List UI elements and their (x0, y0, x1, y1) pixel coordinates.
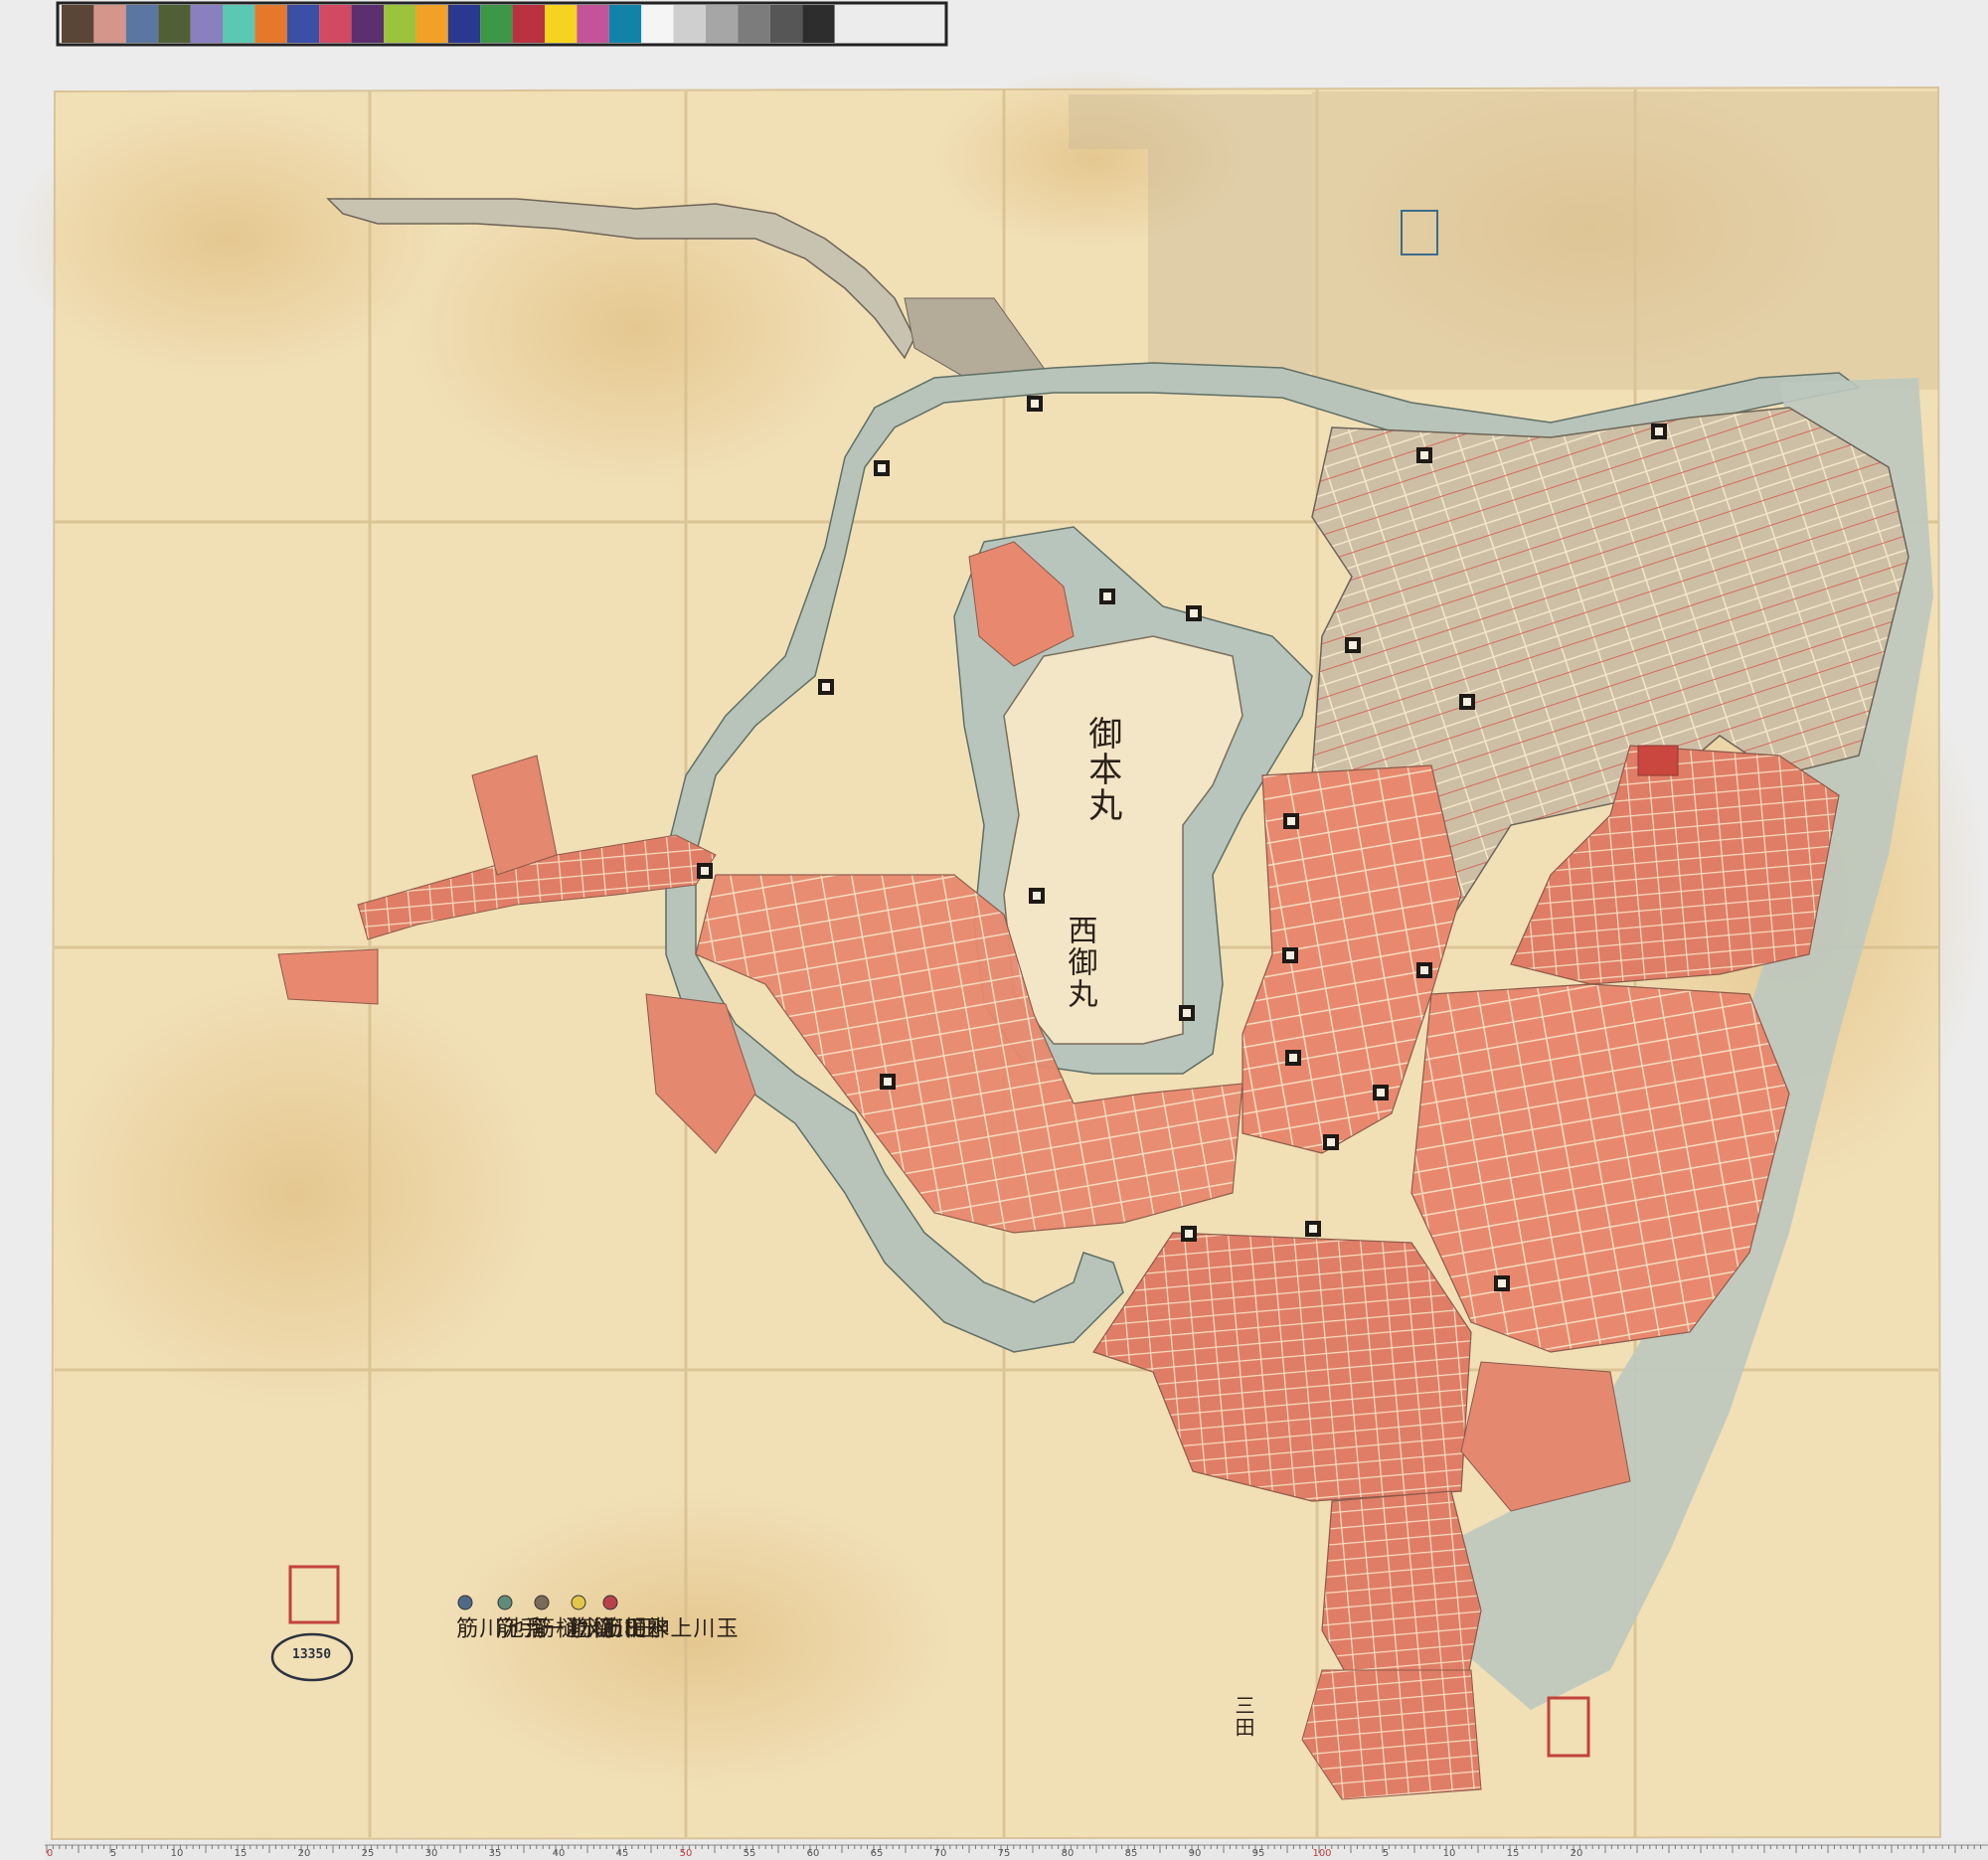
ruler-label: 5 (109, 1848, 117, 1859)
color-patch (673, 5, 706, 43)
measuring-ruler (45, 1841, 1988, 1860)
ruler-label: 90 (1188, 1848, 1202, 1859)
legend-dot (457, 1595, 473, 1610)
ruler-label: 40 (552, 1848, 566, 1859)
ruler-label: 85 (1124, 1848, 1138, 1859)
dark-red-estate (1637, 745, 1679, 776)
ruler-label: 5 (1382, 1848, 1390, 1859)
ruler-label: 10 (1442, 1848, 1456, 1859)
accession-number: 13350 (292, 1647, 332, 1662)
legend-dot (571, 1595, 586, 1610)
ruler-label: 15 (234, 1848, 248, 1859)
color-patch (384, 5, 416, 43)
ruler-label: 70 (933, 1848, 947, 1859)
ruler-label: 45 (615, 1848, 629, 1859)
ruler-label: 50 (679, 1848, 693, 1859)
honmaru-label: 御本丸 (1081, 716, 1122, 823)
color-patch (254, 5, 287, 43)
color-patch (158, 5, 191, 43)
color-patch (545, 5, 578, 43)
color-patch (223, 5, 255, 43)
ruler-label: 60 (806, 1848, 820, 1859)
color-patch (641, 5, 674, 43)
color-patch (480, 5, 513, 43)
southwest-red-block (277, 948, 379, 1005)
ruler-label: 10 (170, 1848, 184, 1859)
color-patch (447, 5, 481, 43)
ruler-label: 100 (1312, 1848, 1332, 1859)
color-patch (769, 5, 803, 43)
color-patch (62, 5, 94, 43)
color-patch (802, 5, 835, 43)
color-patch (319, 5, 352, 43)
legend-entry: 溜池川筋 (452, 1616, 547, 1640)
ruler-label: 55 (743, 1848, 756, 1859)
color-patch (577, 5, 609, 43)
color-patch (415, 5, 448, 43)
upper-estate-block (1312, 91, 1938, 390)
color-patch (706, 5, 739, 43)
ruler-label: 35 (488, 1848, 502, 1859)
color-patch (93, 5, 126, 43)
nishinomaru-label: 西御丸 (1062, 915, 1097, 1010)
color-checker-strip (56, 1, 948, 47)
ruler-label: 80 (1061, 1848, 1075, 1859)
legend-dot (602, 1595, 618, 1610)
map-scan (0, 0, 1988, 1860)
ruler-label: 15 (1506, 1848, 1520, 1859)
legend-dot (534, 1595, 550, 1610)
color-patch (608, 5, 642, 43)
ruler-label: 30 (424, 1848, 438, 1859)
legend-dot (497, 1595, 513, 1610)
ruler-label: 20 (297, 1848, 311, 1859)
color-patch (738, 5, 770, 43)
mita-red-district (1301, 1669, 1482, 1800)
color-patch (125, 5, 159, 43)
ruler-label: 75 (997, 1848, 1011, 1859)
color-patch (351, 5, 384, 43)
ruler-label: 65 (870, 1848, 884, 1859)
color-patch (286, 5, 320, 43)
color-patch (190, 5, 223, 43)
ruler-label: 95 (1251, 1848, 1265, 1859)
mita-label: 三田 (1232, 1695, 1255, 1739)
color-patch (512, 5, 545, 43)
ruler-label: 0 (46, 1848, 54, 1859)
ruler-label: 20 (1570, 1848, 1583, 1859)
ruler-label: 25 (361, 1848, 375, 1859)
